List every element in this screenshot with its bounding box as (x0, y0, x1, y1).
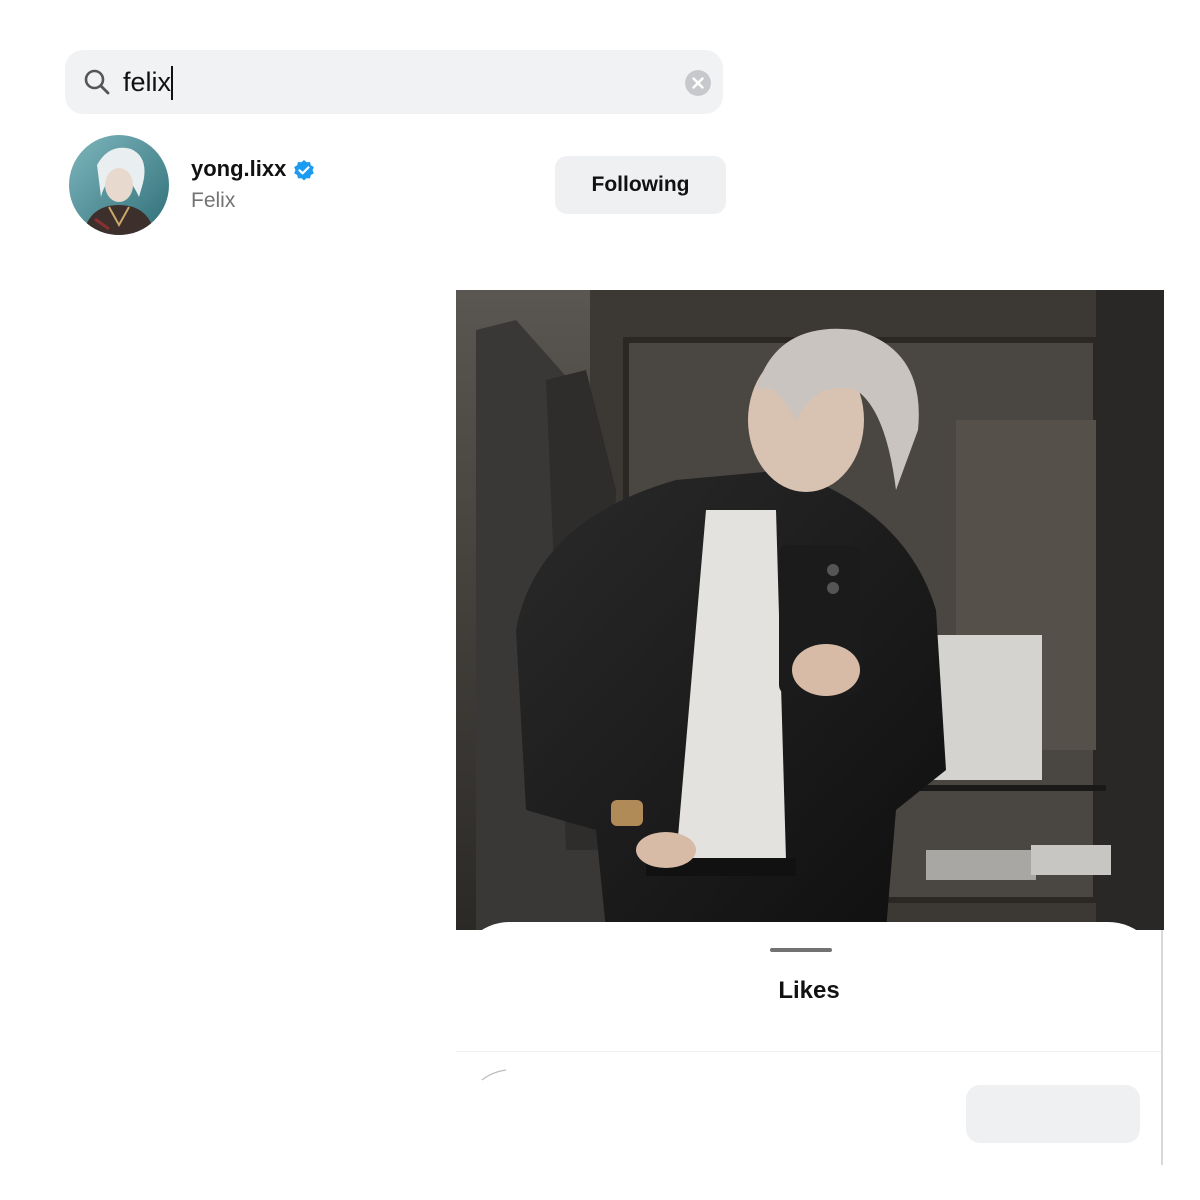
sheet-title: Likes (778, 977, 840, 1004)
likes-sheet: Likes (456, 922, 1162, 1165)
divider (456, 1051, 1162, 1052)
avatar[interactable] (69, 135, 169, 235)
partial-avatar (481, 1069, 507, 1081)
following-button[interactable]: Following (555, 156, 726, 214)
follow-button-placeholder[interactable] (966, 1085, 1140, 1143)
search-icon (84, 69, 110, 95)
drag-handle[interactable] (770, 948, 832, 952)
post-photo[interactable] (456, 290, 1164, 930)
search-input[interactable] (123, 62, 663, 102)
sheet-edge (1161, 930, 1163, 1165)
clear-icon[interactable] (685, 70, 711, 96)
search-bar[interactable] (65, 50, 723, 114)
username[interactable]: yong.lixx (191, 156, 286, 182)
verified-badge-icon (294, 160, 314, 181)
text-caret (171, 66, 173, 100)
full-name: Felix (191, 189, 236, 212)
